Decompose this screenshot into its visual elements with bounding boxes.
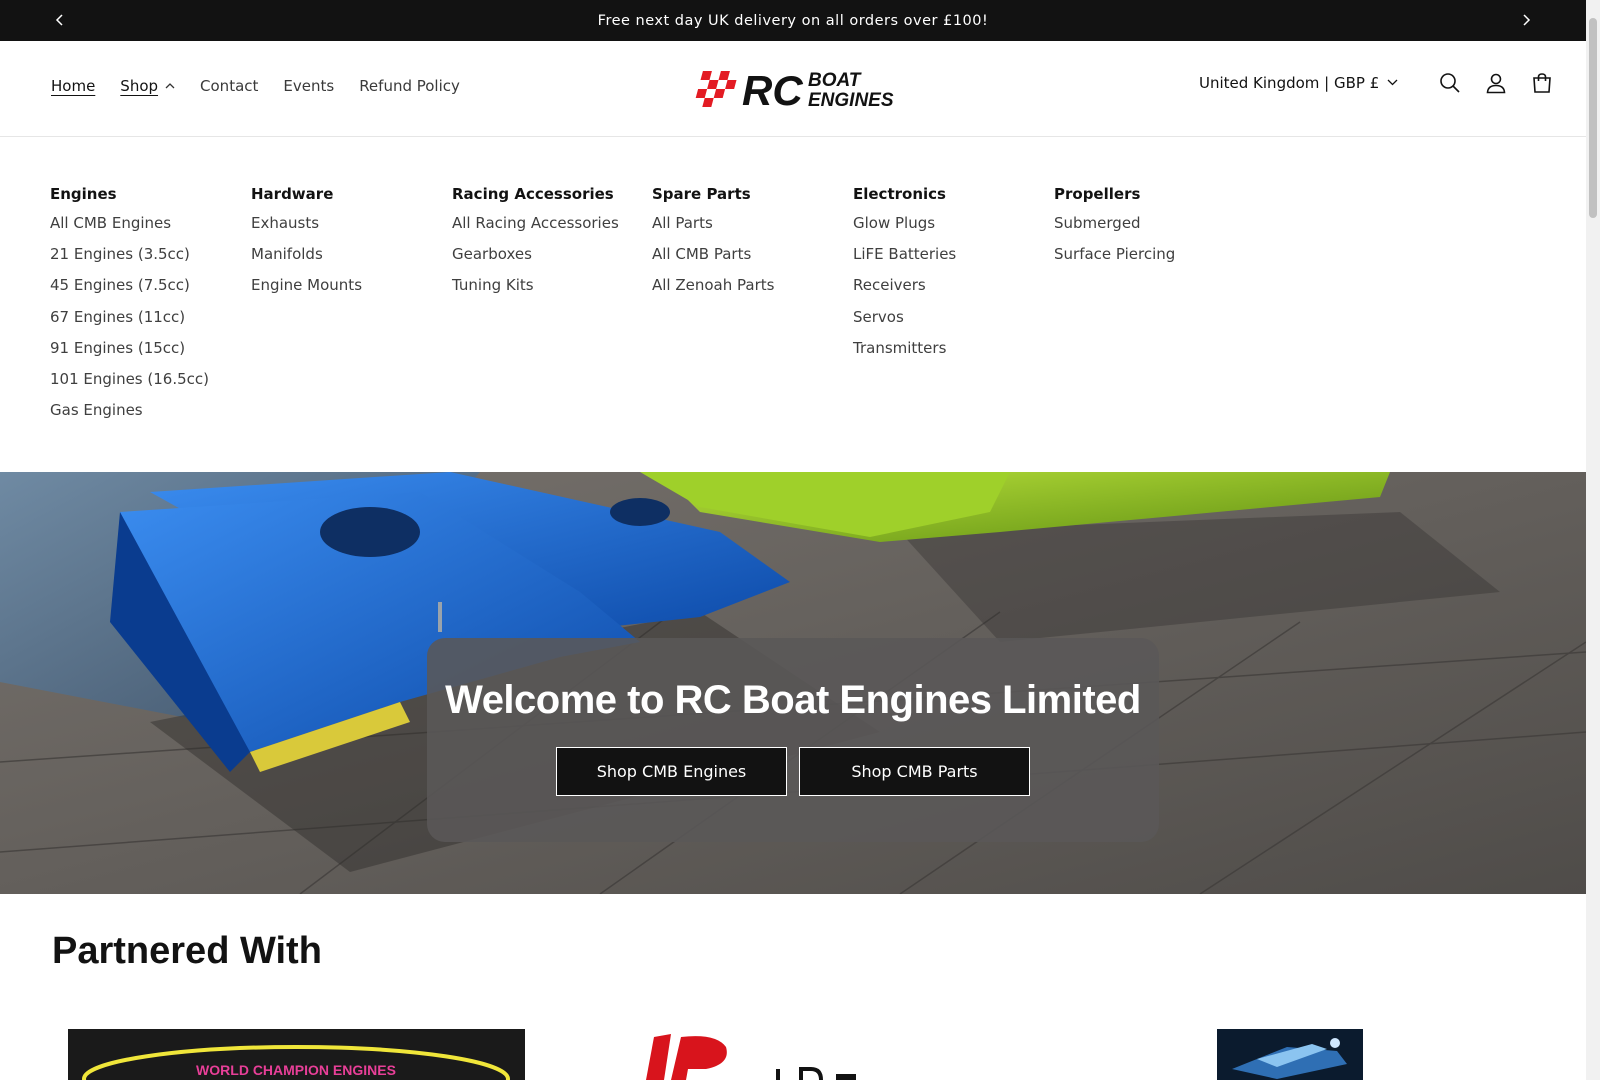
shop-cmb-parts-button[interactable]: Shop CMB Parts (799, 747, 1030, 796)
hero-banner: Welcome to RC Boat Engines Limited Shop … (0, 472, 1586, 894)
partner-logo1-text: WORLD CHAMPION ENGINES (196, 1062, 396, 1078)
menu-item[interactable]: Receivers (853, 275, 956, 306)
logo-boat-text: BOAT (808, 70, 862, 91)
nav-shop-link[interactable]: Shop (120, 77, 158, 95)
menu-item[interactable]: Gearboxes (452, 244, 619, 275)
shop-mega-menu: Engines All CMB Engines 21 Engines (3.5c… (0, 137, 1586, 472)
chevron-right-icon[interactable] (1516, 10, 1536, 30)
checkered-flag-icon (695, 71, 737, 107)
menu-item[interactable]: All Parts (652, 213, 774, 244)
hero-title: Welcome to RC Boat Engines Limited (445, 678, 1141, 722)
menu-item[interactable]: Glow Plugs (853, 213, 956, 244)
partner-logo-jp[interactable] (626, 1029, 946, 1080)
announcement-text: Free next day UK delivery on all orders … (597, 12, 989, 29)
menu-column-electronics: Electronics Glow Plugs LiFE Batteries Re… (853, 185, 956, 369)
site-logo[interactable]: RC BOAT ENGINES (694, 67, 894, 114)
country-selector[interactable]: United Kingdom | GBP £ (1199, 74, 1398, 92)
menu-item[interactable]: All CMB Engines (50, 213, 209, 244)
partner-logo-world-champion-engines[interactable]: WORLD CHAMPION ENGINES (68, 1029, 525, 1080)
menu-heading[interactable]: Propellers (1054, 185, 1175, 205)
menu-item[interactable]: Exhausts (251, 213, 362, 244)
menu-heading[interactable]: Engines (50, 185, 209, 205)
menu-item[interactable]: Gas Engines (50, 400, 209, 431)
menu-heading[interactable]: Racing Accessories (452, 185, 619, 205)
menu-item[interactable]: 101 Engines (16.5cc) (50, 369, 209, 400)
search-icon[interactable] (1436, 69, 1464, 97)
account-icon[interactable] (1482, 69, 1510, 97)
menu-item[interactable]: Transmitters (853, 338, 956, 369)
nav-refund-policy-link[interactable]: Refund Policy (359, 77, 460, 95)
menu-item[interactable]: 67 Engines (11cc) (50, 307, 209, 338)
menu-column-hardware: Hardware Exhausts Manifolds Engine Mount… (251, 185, 362, 307)
menu-item[interactable]: All Racing Accessories (452, 213, 619, 244)
menu-heading[interactable]: Electronics (853, 185, 956, 205)
header-actions: United Kingdom | GBP £ (1199, 69, 1556, 97)
menu-item[interactable]: Submerged (1054, 213, 1175, 244)
chevron-left-icon[interactable] (50, 10, 70, 30)
logo-rc-text: RC (742, 67, 803, 111)
menu-item[interactable]: Servos (853, 307, 956, 338)
nav-home-link[interactable]: Home (51, 77, 95, 95)
page-scrollbar[interactable] (1586, 0, 1600, 1080)
menu-item[interactable]: 21 Engines (3.5cc) (50, 244, 209, 275)
chevron-up-icon (165, 81, 175, 92)
menu-item[interactable]: Manifolds (251, 244, 362, 275)
partner-logo-boat-racing[interactable] (1217, 1029, 1363, 1080)
country-label: United Kingdom | GBP £ (1199, 74, 1380, 92)
menu-item[interactable]: Engine Mounts (251, 275, 362, 306)
menu-column-propellers: Propellers Submerged Surface Piercing (1054, 185, 1175, 275)
scrollbar-thumb[interactable] (1589, 18, 1597, 218)
menu-item[interactable]: All Zenoah Parts (652, 275, 774, 306)
nav-shop-dropdown[interactable]: Shop (120, 77, 175, 95)
menu-item[interactable]: Tuning Kits (452, 275, 619, 306)
menu-heading[interactable]: Spare Parts (652, 185, 774, 205)
menu-heading[interactable]: Hardware (251, 185, 362, 205)
hero-buttons: Shop CMB Engines Shop CMB Parts (550, 747, 1036, 796)
cart-icon[interactable] (1528, 69, 1556, 97)
menu-item[interactable]: Surface Piercing (1054, 244, 1175, 275)
menu-item[interactable]: 91 Engines (15cc) (50, 338, 209, 369)
nav-events-link[interactable]: Events (283, 77, 334, 95)
logo-engines-text: ENGINES (808, 90, 894, 111)
menu-column-engines: Engines All CMB Engines 21 Engines (3.5c… (50, 185, 209, 431)
nav-contact-link[interactable]: Contact (200, 77, 258, 95)
menu-column-spare-parts: Spare Parts All Parts All CMB Parts All … (652, 185, 774, 307)
hero-content-card: Welcome to RC Boat Engines Limited Shop … (427, 638, 1159, 842)
shop-cmb-engines-button[interactable]: Shop CMB Engines (556, 747, 787, 796)
menu-item[interactable]: 45 Engines (7.5cc) (50, 275, 209, 306)
chevron-down-icon (1387, 78, 1398, 89)
menu-column-racing-accessories: Racing Accessories All Racing Accessorie… (452, 185, 619, 307)
menu-item[interactable]: All CMB Parts (652, 244, 774, 275)
menu-item[interactable]: LiFE Batteries (853, 244, 956, 275)
main-nav: Home Shop Contact Events Refund Policy (51, 77, 485, 95)
site-header: Home Shop Contact Events Refund Policy R… (0, 41, 1586, 137)
partners-heading: Partnered With (52, 930, 322, 972)
announcement-bar: Free next day UK delivery on all orders … (0, 0, 1586, 41)
